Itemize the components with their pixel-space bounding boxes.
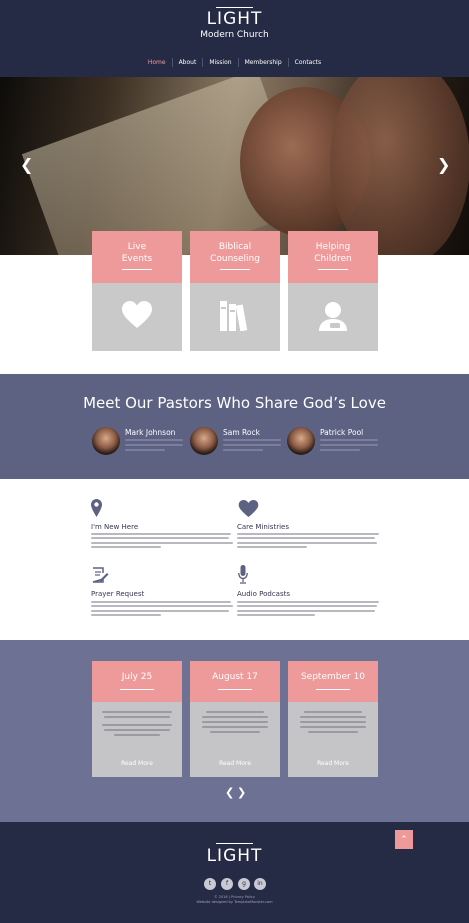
info-text <box>237 533 387 550</box>
feature-title-line2: Children <box>314 254 352 264</box>
nav-contacts[interactable]: Contacts <box>289 59 327 66</box>
logo-bar <box>216 7 253 8</box>
designer-credit[interactable]: Website designed by TemplateMonster.com <box>0 900 469 904</box>
heart-icon <box>122 301 152 328</box>
site-footer: ⌃ LIGHT t f g in © 2016 | Privacy Policy… <box>0 822 469 923</box>
pastor-name[interactable]: Mark Johnson <box>125 428 175 437</box>
linkedin-icon[interactable]: in <box>254 878 266 890</box>
feature-title-line2: Events <box>121 254 153 264</box>
pastor-name[interactable]: Sam Rock <box>223 428 260 437</box>
event-header: September 10 <box>288 661 378 702</box>
event-header: July 25 <box>92 661 182 702</box>
info-title: Care Ministries <box>237 523 289 531</box>
info-text <box>91 533 241 550</box>
avatar <box>92 427 120 455</box>
event-underline <box>316 689 350 690</box>
copyright[interactable]: © 2016 | Privacy Policy <box>0 895 469 899</box>
pastor-bio-line <box>223 439 281 441</box>
map-pin-icon <box>91 499 102 517</box>
logo-subtitle: Modern Church <box>200 30 269 40</box>
feature-title-line2: Counseling <box>210 254 260 264</box>
avatar <box>287 427 315 455</box>
nav-mission[interactable]: Mission <box>203 59 237 66</box>
pastor-name[interactable]: Patrick Pool <box>320 428 363 437</box>
event-card[interactable]: September 10 Read More <box>288 661 378 777</box>
event-date: August 17 <box>212 672 258 682</box>
pastor-bio-line <box>320 449 360 451</box>
event-read-more[interactable]: Read More <box>190 760 280 767</box>
footer-logo[interactable]: LIGHT <box>0 846 469 866</box>
child-icon <box>319 302 347 331</box>
logo-title[interactable]: LIGHT <box>0 9 469 29</box>
feature-title-line1: Helping <box>315 242 351 252</box>
chevron-right-icon[interactable]: ❯ <box>237 786 246 799</box>
event-body: Read More <box>190 702 280 777</box>
heart-icon <box>238 500 259 517</box>
google-plus-icon[interactable]: g <box>238 878 250 890</box>
pastors-title: Meet Our Pastors Who Share God’s Love <box>83 394 386 412</box>
chevron-left-icon[interactable]: ❮ <box>225 786 234 799</box>
chevron-right-icon[interactable]: ❯ <box>437 155 450 174</box>
hero-slider: ❮ ❯ <box>0 77 469 255</box>
pastor-card[interactable]: Patrick Pool <box>287 427 387 457</box>
info-text <box>91 601 241 618</box>
feature-title-line1: Live <box>127 242 147 252</box>
feature-card-header: Live Events <box>92 231 182 283</box>
footer-logo-bar <box>216 843 253 844</box>
feature-card-header: Helping Children <box>288 231 378 283</box>
pastor-bio-line <box>125 439 183 441</box>
pastor-bio-line <box>125 444 183 446</box>
books-icon <box>220 301 248 331</box>
pastor-bio-line <box>320 444 378 446</box>
event-body: Read More <box>92 702 182 777</box>
feature-underline <box>318 269 348 270</box>
edit-note-icon <box>92 567 109 583</box>
feature-card-body <box>92 283 182 351</box>
events-section: July 25 Read More August 17 Read More Se… <box>0 640 469 822</box>
event-card[interactable]: July 25 Read More <box>92 661 182 777</box>
pastors-section: Meet Our Pastors Who Share God’s Love Ma… <box>0 374 469 479</box>
event-header: August 17 <box>190 661 280 702</box>
feature-underline <box>220 269 250 270</box>
pastor-bio-line <box>223 444 281 446</box>
feature-underline <box>122 269 152 270</box>
info-title: I'm New Here <box>91 523 139 531</box>
feature-card-body <box>288 283 378 351</box>
event-read-more[interactable]: Read More <box>92 760 182 767</box>
event-date: July 25 <box>121 672 153 682</box>
site-header: LIGHT Modern Church Home About Mission M… <box>0 0 469 77</box>
avatar <box>190 427 218 455</box>
main-nav: Home About Mission Membership Contacts <box>0 58 469 67</box>
event-underline <box>218 689 252 690</box>
feature-title-line1: Biblical <box>218 242 252 252</box>
facebook-icon[interactable]: f <box>221 878 233 890</box>
nav-membership[interactable]: Membership <box>239 59 288 66</box>
twitter-icon[interactable]: t <box>204 878 216 890</box>
pastor-card[interactable]: Mark Johnson <box>92 427 192 457</box>
event-card[interactable]: August 17 Read More <box>190 661 280 777</box>
event-read-more[interactable]: Read More <box>288 760 378 767</box>
pastor-card[interactable]: Sam Rock <box>190 427 290 457</box>
info-title: Audio Podcasts <box>237 590 290 598</box>
microphone-icon <box>238 565 248 584</box>
nav-home[interactable]: Home <box>142 59 172 66</box>
chevron-left-icon[interactable]: ❮ <box>20 155 33 174</box>
event-date: September 10 <box>300 672 366 682</box>
info-title: Prayer Request <box>91 590 145 598</box>
feature-card-body <box>190 283 280 351</box>
pastor-bio-line <box>125 449 165 451</box>
event-body: Read More <box>288 702 378 777</box>
pastor-bio-line <box>320 439 378 441</box>
nav-about[interactable]: About <box>173 59 203 66</box>
info-text <box>237 601 387 618</box>
feature-card-header: Biblical Counseling <box>190 231 280 283</box>
event-underline <box>120 689 154 690</box>
pastor-bio-line <box>223 449 263 451</box>
